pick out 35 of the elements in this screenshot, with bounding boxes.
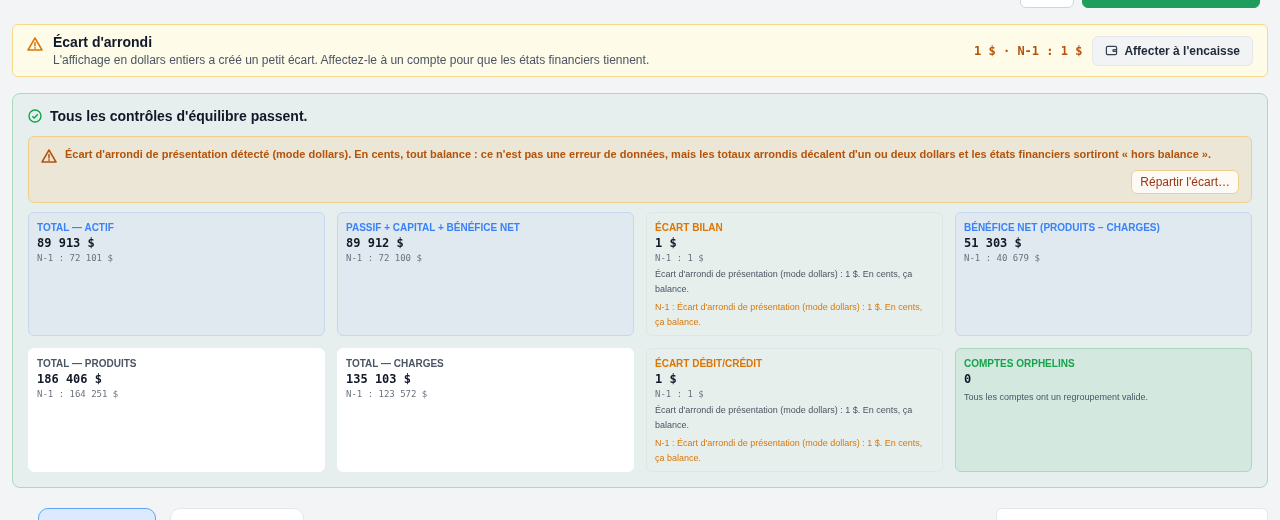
card-label: TOTAL — CHARGES	[346, 358, 445, 369]
card-value: 89 912 $	[346, 236, 405, 250]
card-value: 135 103 $	[346, 372, 413, 386]
assign-button[interactable]: Affecter à l'encaisse	[1092, 35, 1253, 66]
card-label: BÉNÉFICE NET (PRODUITS − CHARGES)	[964, 222, 1161, 233]
card-value: 1 $	[655, 236, 678, 250]
card-value: 0	[964, 372, 973, 386]
previous-value: N-1 : 72 100 $	[346, 253, 423, 263]
card-note: Écart d'arrondi de présentation (mode dollars) : 1 $. En cents, ça balance.	[655, 268, 914, 296]
card-value: 1 $	[655, 372, 678, 386]
previous-note: N-1 : Écart d'arrondi de présentation (mode dollars) : 1 $. En cents, ça balance.	[655, 301, 924, 329]
card-label: TOTAL — PRODUITS	[37, 358, 138, 369]
previous-note: N-1 : Écart d'arrondi de présentation (mode dollars) : 1 $. En cents, ça balance.	[655, 437, 924, 465]
banner-message: L'affichage en dollars entiers a créé un petit écart. Affectez-le à un compte pour que les états financiers tiennent.	[53, 53, 651, 67]
alert-message: Écart d'arrondi de présentation détecté (mode dollars). En cents, tout balance : ce n'est pas une erreur de données, mais les totaux arrondis décalent d'un ou deux dollars et les états financiers sortiront « hors balance ».	[65, 147, 1212, 162]
card-value: 51 303 $	[964, 236, 1023, 250]
distribute-button[interactable]: Répartir l'écart…	[1131, 170, 1239, 194]
status-text: Tous les contrôles d'équilibre passent.	[50, 108, 308, 124]
banner-title: Écart d'arrondi	[53, 34, 154, 50]
previous-value: N-1 : 1 $	[655, 253, 705, 263]
card-label: PASSIF + CAPITAL + BÉNÉFICE NET	[346, 222, 521, 233]
card-label: TOTAL — ACTIF	[37, 222, 115, 233]
previous-value: N-1 : 123 572 $	[346, 389, 429, 399]
rounding-amount: 1 $ · N-1 : 1 $	[974, 43, 1083, 58]
previous-value: N-1 : 72 101 $	[37, 253, 114, 263]
card-label: COMPTES ORPHELINS	[964, 358, 1076, 369]
card-label: ÉCART DÉBIT/CRÉDIT	[655, 358, 764, 369]
card-label: ÉCART BILAN	[655, 222, 724, 233]
previous-value: N-1 : 40 679 $	[964, 253, 1041, 263]
card-value: 186 406 $	[37, 372, 104, 386]
previous-value: N-1 : 164 251 $	[37, 389, 120, 399]
previous-value: N-1 : 1 $	[655, 389, 705, 399]
card-value: 89 913 $	[37, 236, 96, 250]
card-note: Tous les comptes ont un regroupement valide.	[964, 391, 1150, 404]
card-note: Écart d'arrondi de présentation (mode dollars) : 1 $. En cents, ça balance.	[655, 404, 914, 432]
